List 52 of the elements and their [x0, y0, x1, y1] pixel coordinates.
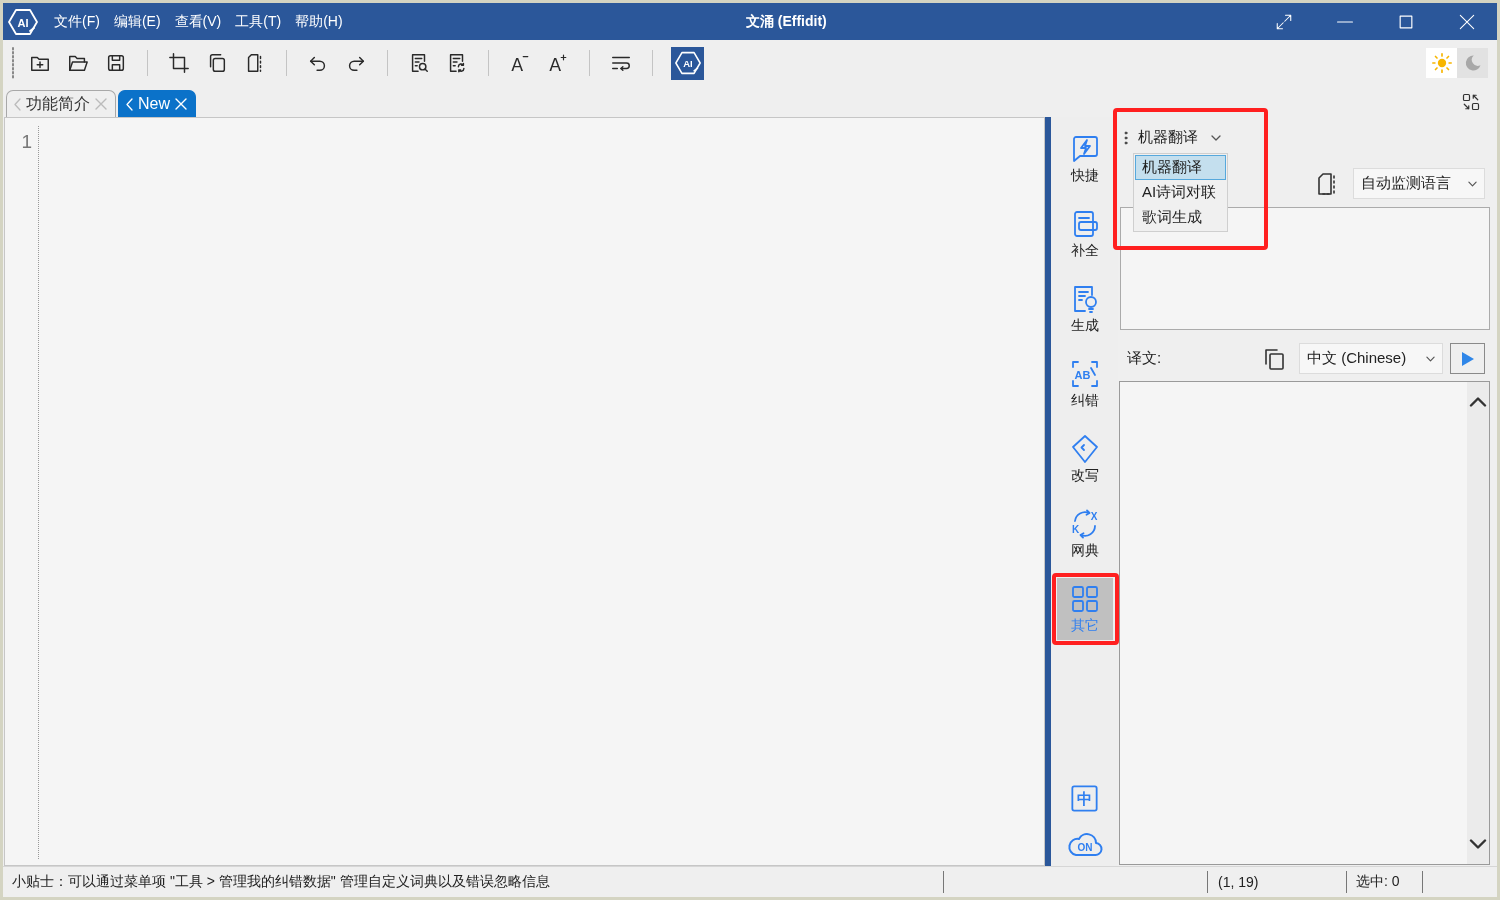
swap-layout-icon[interactable]: [1462, 92, 1480, 111]
minimize-icon[interactable]: [1335, 20, 1354, 23]
menu-item[interactable]: 编辑(E): [106, 9, 168, 34]
chevron-down-icon: [1426, 355, 1435, 362]
selection-count: 选中: 0: [1356, 873, 1400, 891]
scrollbar[interactable]: [1467, 382, 1489, 864]
source-text-field[interactable]: [1120, 207, 1490, 330]
paste-icon[interactable]: [1316, 171, 1338, 196]
nav-item[interactable]: 补全: [1056, 203, 1113, 265]
nav-item[interactable]: AB 纠错: [1056, 353, 1113, 415]
copy-icon[interactable]: [1264, 347, 1284, 370]
grid-icon: [1069, 583, 1100, 614]
menu-item[interactable]: 工具(T): [228, 9, 289, 34]
chevron-down-icon: [1211, 134, 1221, 141]
status-tip: 小贴士：可以通过菜单项 "工具 > 管理我的纠错数据" 管理自定义词典以及错误忽略信息: [12, 873, 550, 891]
nav-item[interactable]: 生成: [1056, 278, 1113, 340]
scroll-down-icon[interactable]: [1469, 839, 1487, 850]
menu-item[interactable]: 文件(F): [47, 9, 107, 34]
save-icon[interactable]: [105, 52, 127, 74]
dropdown-option[interactable]: AI诗词对联: [1135, 180, 1226, 205]
maximize-icon[interactable]: [1398, 14, 1413, 29]
cursor-position: (1, 19): [1218, 874, 1259, 890]
nav-item[interactable]: 改写: [1056, 428, 1113, 490]
crop-icon[interactable]: [168, 52, 190, 74]
translate-button[interactable]: [1450, 343, 1485, 374]
fullscreen-icon[interactable]: [1274, 12, 1293, 31]
dropdown-option[interactable]: 机器翻译: [1135, 155, 1226, 180]
line-number: 1: [21, 131, 32, 153]
editor-area[interactable]: 1: [4, 117, 1045, 866]
app-logo: AI: [8, 6, 38, 37]
tab[interactable]: New: [118, 90, 196, 117]
nav-item[interactable]: 快捷: [1056, 128, 1113, 190]
grip-handle-icon[interactable]: [11, 47, 15, 79]
drag-handle-icon[interactable]: [1124, 130, 1128, 145]
diamond-icon: [1069, 433, 1100, 464]
play-icon: [1460, 350, 1475, 367]
chevron-left-icon: [14, 97, 21, 111]
chevron-left-icon: [126, 97, 133, 111]
menu-item[interactable]: 帮助(H): [288, 9, 350, 34]
chevron-down-icon: [1468, 180, 1477, 187]
moon-icon: [1463, 54, 1482, 72]
tab[interactable]: 功能简介: [6, 90, 116, 117]
language-dropdown[interactable]: 自动监测语言: [1353, 168, 1485, 199]
dropdown-option[interactable]: 歌词生成: [1135, 205, 1226, 230]
language-dropdown[interactable]: 中文 (Chinese): [1299, 343, 1443, 374]
sun-icon: [1431, 53, 1452, 73]
mode-dropdown[interactable]: 机器翻译: [1138, 128, 1221, 147]
menu-item[interactable]: 查看(V): [167, 9, 229, 34]
nav-item[interactable]: X K 网典: [1056, 503, 1113, 565]
scroll-up-icon[interactable]: [1469, 396, 1487, 407]
window-title: 文涌 (Effidit): [745, 12, 827, 31]
translation-label: 译文:: [1127, 349, 1162, 368]
